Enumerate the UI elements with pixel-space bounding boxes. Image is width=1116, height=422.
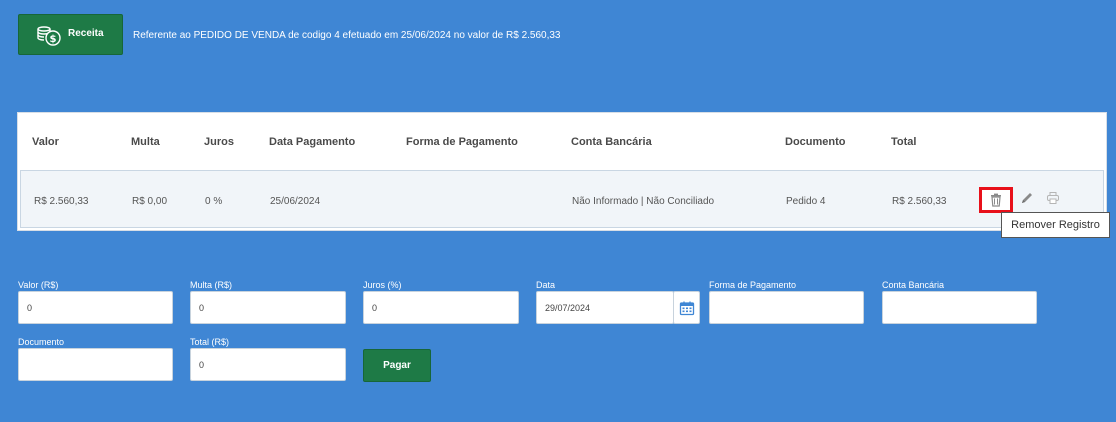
calendar-icon: [679, 301, 694, 315]
total-input[interactable]: [190, 348, 346, 381]
documento-input[interactable]: [18, 348, 173, 381]
header-description: Referente ao PEDIDO DE VENDA de codigo 4…: [133, 30, 561, 41]
calendar-button[interactable]: [673, 291, 700, 324]
cell-valor: R$ 2.560,33: [34, 196, 89, 207]
receita-button[interactable]: $ Receita: [18, 14, 123, 55]
juros-input[interactable]: [363, 291, 519, 324]
data-label: Data: [536, 280, 556, 290]
table-row: R$ 2.560,33 R$ 0,00 0 % 25/06/2024 Não I…: [20, 170, 1104, 228]
col-header-documento: Documento: [785, 136, 846, 148]
col-header-total: Total: [891, 136, 917, 148]
valor-label: Valor (R$): [18, 280, 59, 290]
col-header-valor: Valor: [32, 136, 59, 148]
juros-label: Juros (%): [363, 280, 402, 290]
cell-juros: 0 %: [205, 196, 223, 207]
col-header-juros: Juros: [204, 136, 234, 148]
edit-button[interactable]: [1017, 188, 1037, 208]
print-icon: [1047, 192, 1059, 204]
cell-conta-bancaria: Não Informado | Não Conciliado: [572, 196, 715, 207]
print-button[interactable]: [1043, 188, 1063, 208]
money-icon: $: [35, 21, 63, 49]
valor-input[interactable]: [18, 291, 173, 324]
documento-label: Documento: [18, 337, 65, 347]
col-header-forma-pagamento: Forma de Pagamento: [406, 136, 518, 148]
forma-pagamento-label: Forma de Pagamento: [709, 280, 797, 290]
cell-data-pagamento: 25/06/2024: [270, 196, 321, 207]
total-label: Total (R$): [190, 337, 230, 347]
edit-icon: [1022, 193, 1032, 203]
remove-record-tooltip: Remover Registro: [1001, 212, 1110, 238]
forma-pagamento-input[interactable]: [709, 291, 864, 324]
multa-label: Multa (R$): [190, 280, 233, 290]
receita-label: Receita: [68, 28, 104, 39]
conta-bancaria-input[interactable]: [882, 291, 1037, 324]
cell-total: R$ 2.560,33: [892, 196, 947, 207]
conta-bancaria-label: Conta Bancária: [882, 280, 945, 290]
multa-input[interactable]: [190, 291, 346, 324]
data-input[interactable]: [536, 291, 674, 324]
cell-documento: Pedido 4: [786, 196, 826, 207]
pagar-button[interactable]: Pagar: [363, 349, 431, 382]
col-header-data-pagamento: Data Pagamento: [269, 136, 356, 148]
col-header-multa: Multa: [131, 136, 160, 148]
cell-multa: R$ 0,00: [132, 196, 168, 207]
trash-icon: [991, 193, 1001, 207]
remove-record-button[interactable]: [979, 187, 1013, 213]
col-header-conta-bancaria: Conta Bancária: [571, 136, 652, 148]
payments-table: Valor Multa Juros Data Pagamento Forma d…: [17, 112, 1107, 231]
svg-text:$: $: [50, 34, 57, 45]
